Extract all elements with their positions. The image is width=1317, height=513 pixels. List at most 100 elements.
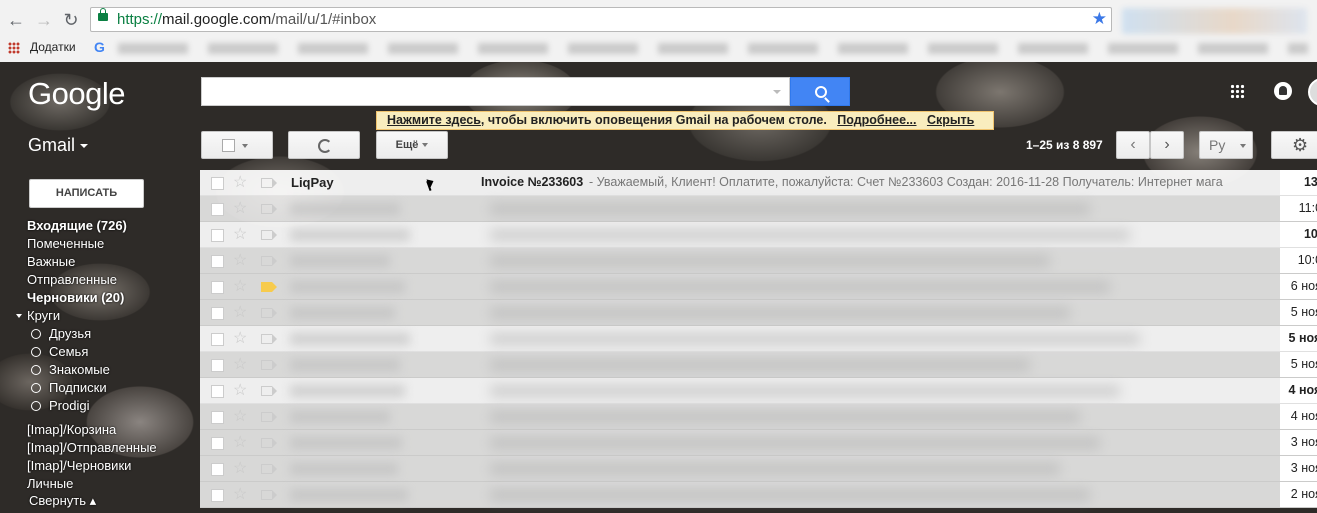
compose-button[interactable]: НАПИСАТЬ	[29, 179, 144, 208]
settings-button[interactable]: ⚙	[1271, 131, 1317, 159]
star-icon[interactable]: ☆	[233, 354, 247, 374]
row-checkbox[interactable]	[211, 489, 224, 502]
sidebar-item-drafts[interactable]: Черновики (20)	[27, 290, 124, 305]
message-row[interactable]: ☆ 10:04	[200, 248, 1317, 274]
sidebar-item-circles[interactable]: Круги	[27, 308, 60, 323]
message-row[interactable]: ☆ 5 нояб	[200, 300, 1317, 326]
hide-link[interactable]: Скрыть	[927, 113, 974, 127]
star-icon[interactable]: ☆	[233, 458, 247, 478]
row-checkbox[interactable]	[211, 411, 224, 424]
message-row[interactable]: ☆ 4 нояб	[200, 404, 1317, 430]
importance-marker-icon[interactable]	[261, 178, 277, 188]
select-button[interactable]	[201, 131, 273, 159]
more-button[interactable]: Ещё	[376, 131, 448, 159]
bookmark-star-icon[interactable]: ★	[1092, 9, 1107, 29]
circle-icon	[31, 347, 41, 357]
row-checkbox[interactable]	[211, 333, 224, 346]
star-icon[interactable]: ☆	[233, 484, 247, 504]
search-button[interactable]	[790, 77, 850, 106]
message-row[interactable]: ☆ 3 нояб	[200, 430, 1317, 456]
star-icon[interactable]: ☆	[233, 406, 247, 426]
notifications-icon[interactable]	[1274, 82, 1292, 100]
message-row[interactable]: ☆ 2 нояб	[200, 482, 1317, 508]
google-bookmark-icon[interactable]: G	[94, 39, 105, 55]
google-logo[interactable]: Google	[28, 76, 125, 112]
row-checkbox[interactable]	[211, 177, 224, 190]
refresh-button[interactable]	[288, 131, 360, 159]
message-row[interactable]: ☆ 11:04	[200, 196, 1317, 222]
gmail-menu[interactable]: Gmail	[28, 135, 89, 156]
sidebar-item-following[interactable]: Подписки	[49, 380, 107, 395]
back-icon[interactable]: ←	[6, 10, 26, 30]
sidebar-item-important[interactable]: Важные	[27, 254, 75, 269]
message-row[interactable]: ☆ 10:5	[200, 222, 1317, 248]
row-checkbox[interactable]	[211, 385, 224, 398]
row-checkbox[interactable]	[211, 437, 224, 450]
importance-marker-icon[interactable]	[261, 308, 277, 318]
address-bar[interactable]: https://mail.google.com/mail/u/1/#inbox …	[90, 7, 1112, 32]
select-all-checkbox[interactable]	[222, 139, 235, 152]
collapse-link[interactable]: Свернуть ▴	[29, 493, 96, 509]
message-row[interactable]: ☆ 3 нояб	[200, 456, 1317, 482]
message-row[interactable]: ☆ 6 нояб	[200, 274, 1317, 300]
sidebar-item-prodigi[interactable]: Prodigi	[49, 398, 89, 413]
forward-icon[interactable]: →	[34, 10, 54, 30]
star-icon[interactable]: ☆	[233, 224, 247, 244]
importance-marker-icon[interactable]	[261, 360, 277, 370]
expand-circles-icon[interactable]	[16, 314, 22, 318]
blurred-snippet	[490, 203, 1090, 215]
sidebar-item-personal[interactable]: Личные	[27, 476, 73, 491]
avatar[interactable]	[1308, 78, 1317, 106]
apps-grid-icon[interactable]	[1230, 84, 1245, 99]
star-icon[interactable]: ☆	[233, 328, 247, 348]
row-checkbox[interactable]	[211, 307, 224, 320]
star-icon[interactable]: ☆	[233, 172, 247, 192]
message-row[interactable]: ☆ 4 нояб	[200, 378, 1317, 404]
star-icon[interactable]: ☆	[233, 276, 247, 296]
search-options-icon[interactable]	[773, 90, 781, 94]
sidebar-item-family[interactable]: Семья	[49, 344, 88, 359]
message-row[interactable]: ☆ LiqPay Invoice №233603 - Уважаемый, Кл…	[200, 170, 1317, 196]
star-icon[interactable]: ☆	[233, 380, 247, 400]
star-icon[interactable]: ☆	[233, 198, 247, 218]
sidebar-item-friends[interactable]: Друзья	[49, 326, 91, 341]
message-date: 6 нояб	[1280, 274, 1317, 299]
star-icon[interactable]: ☆	[233, 432, 247, 452]
sidebar-item-starred[interactable]: Помеченные	[27, 236, 104, 251]
importance-marker-icon[interactable]	[261, 334, 277, 344]
sidebar-item-imap-trash[interactable]: [Imap]/Корзина	[27, 422, 116, 437]
sidebar-item-imap-sent[interactable]: [Imap]/Отправленные	[27, 440, 157, 455]
reload-icon[interactable]: ↻	[61, 10, 81, 30]
row-checkbox[interactable]	[211, 359, 224, 372]
importance-marker-icon[interactable]	[261, 256, 277, 266]
row-checkbox[interactable]	[211, 255, 224, 268]
importance-marker-icon[interactable]	[261, 282, 277, 292]
newer-button[interactable]: ‹	[1116, 131, 1150, 159]
importance-marker-icon[interactable]	[261, 412, 277, 422]
sidebar-item-sent[interactable]: Отправленные	[27, 272, 117, 287]
star-icon[interactable]: ☆	[233, 302, 247, 322]
search-input[interactable]	[201, 77, 790, 106]
importance-marker-icon[interactable]	[261, 386, 277, 396]
star-icon[interactable]: ☆	[233, 250, 247, 270]
sidebar-item-acquaintances[interactable]: Знакомые	[49, 362, 110, 377]
row-checkbox[interactable]	[211, 203, 224, 216]
importance-marker-icon[interactable]	[261, 464, 277, 474]
sidebar-item-imap-drafts[interactable]: [Imap]/Черновики	[27, 458, 131, 473]
sidebar-item-inbox[interactable]: Входящие (726)	[27, 218, 127, 233]
apps-icon[interactable]	[8, 42, 20, 54]
message-row[interactable]: ☆ 5 нояб	[200, 352, 1317, 378]
enable-notifications-link[interactable]: Нажмите здесь	[387, 113, 481, 127]
importance-marker-icon[interactable]	[261, 230, 277, 240]
row-checkbox[interactable]	[211, 281, 224, 294]
learn-more-link[interactable]: Подробнее...	[837, 113, 916, 127]
row-checkbox[interactable]	[211, 229, 224, 242]
input-tools-button[interactable]: Ру	[1199, 131, 1253, 159]
older-button[interactable]: ›	[1150, 131, 1184, 159]
apps-bookmark[interactable]: Додатки	[30, 40, 76, 54]
importance-marker-icon[interactable]	[261, 438, 277, 448]
importance-marker-icon[interactable]	[261, 490, 277, 500]
importance-marker-icon[interactable]	[261, 204, 277, 214]
message-row[interactable]: ☆ 5 нояб	[200, 326, 1317, 352]
row-checkbox[interactable]	[211, 463, 224, 476]
